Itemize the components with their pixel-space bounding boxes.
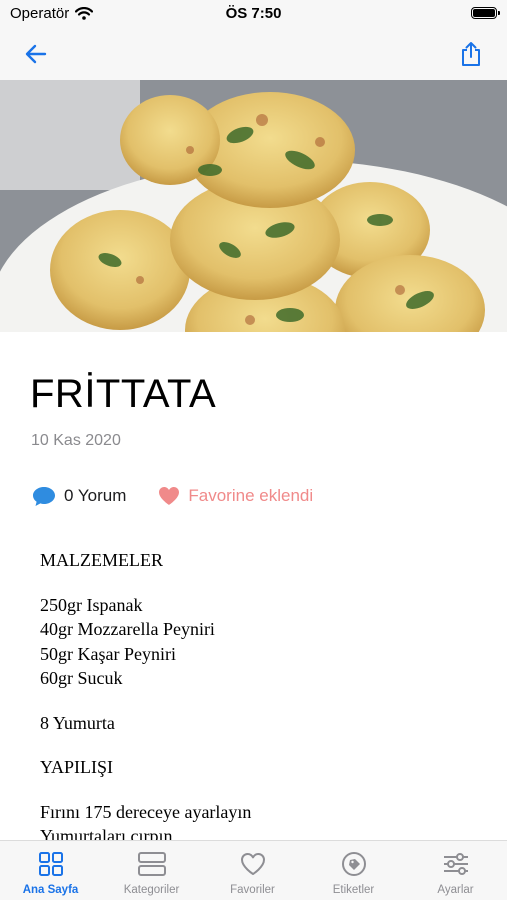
ingredient-item: 40gr Mozzarella Peyniri [40, 619, 215, 639]
tab-home[interactable]: Ana Sayfa [0, 841, 101, 901]
tag-icon [341, 852, 366, 876]
share-icon [462, 42, 480, 66]
preparation-heading: YAPILIŞI [40, 757, 114, 777]
tab-tags[interactable]: Etiketler [303, 841, 404, 901]
ingredient-item: 50gr Kaşar Peyniri [40, 643, 176, 664]
tab-label: Ana Sayfa [22, 884, 79, 896]
navigation-bar [0, 28, 507, 80]
back-button[interactable] [20, 38, 52, 70]
comments-count: 0 Yorum [64, 486, 127, 505]
tab-label: Kategoriler [123, 884, 180, 896]
tab-label: Favoriler [230, 884, 275, 896]
tab-settings[interactable]: Ayarlar [404, 841, 507, 901]
recipe-date: 10 Kas 2020 [31, 432, 121, 449]
recipe-photo [0, 80, 507, 332]
heart-outline-icon [240, 853, 265, 875]
status-bar: Operatör ÖS 7:50 [0, 0, 507, 28]
eggs-line: 8 Yumurta [40, 712, 115, 733]
tab-categories[interactable]: Kategoriler [101, 841, 202, 901]
preparation-step: Fırını 175 dereceye ayarlayın [40, 801, 252, 822]
tab-label: Etiketler [332, 884, 375, 896]
list-icon [137, 852, 166, 876]
arrow-left-icon [25, 44, 47, 64]
status-time: ÖS 7:50 [225, 5, 282, 22]
favorite-label: Favorine eklendi [188, 486, 314, 505]
tab-favorites[interactable]: Favoriler [202, 841, 303, 901]
ingredient-item: 60gr Sucuk [40, 668, 123, 688]
favorite-button[interactable]: Favorine eklendi [158, 486, 313, 506]
sliders-icon [443, 853, 468, 875]
tab-label: Ayarlar [437, 884, 474, 896]
recipe-meta-row: 0 Yorum Favorine eklendi [32, 484, 313, 508]
heart-icon [159, 487, 180, 505]
share-button[interactable] [455, 38, 487, 70]
recipe-title: FRİTTATA [30, 372, 217, 416]
battery-icon [471, 7, 500, 19]
ingredient-item: 250gr Ispanak [40, 594, 143, 615]
comment-bubble-icon [33, 487, 55, 506]
recipe-body: MALZEMELER 250gr Ispanak 40gr Mozzarella… [40, 548, 480, 849]
ingredients-heading: MALZEMELER [40, 550, 163, 570]
comments-button[interactable]: 0 Yorum [32, 485, 126, 507]
tab-bar: Ana Sayfa Kategoriler Favoriler Etiketle… [0, 840, 507, 900]
grid-icon [38, 852, 63, 876]
